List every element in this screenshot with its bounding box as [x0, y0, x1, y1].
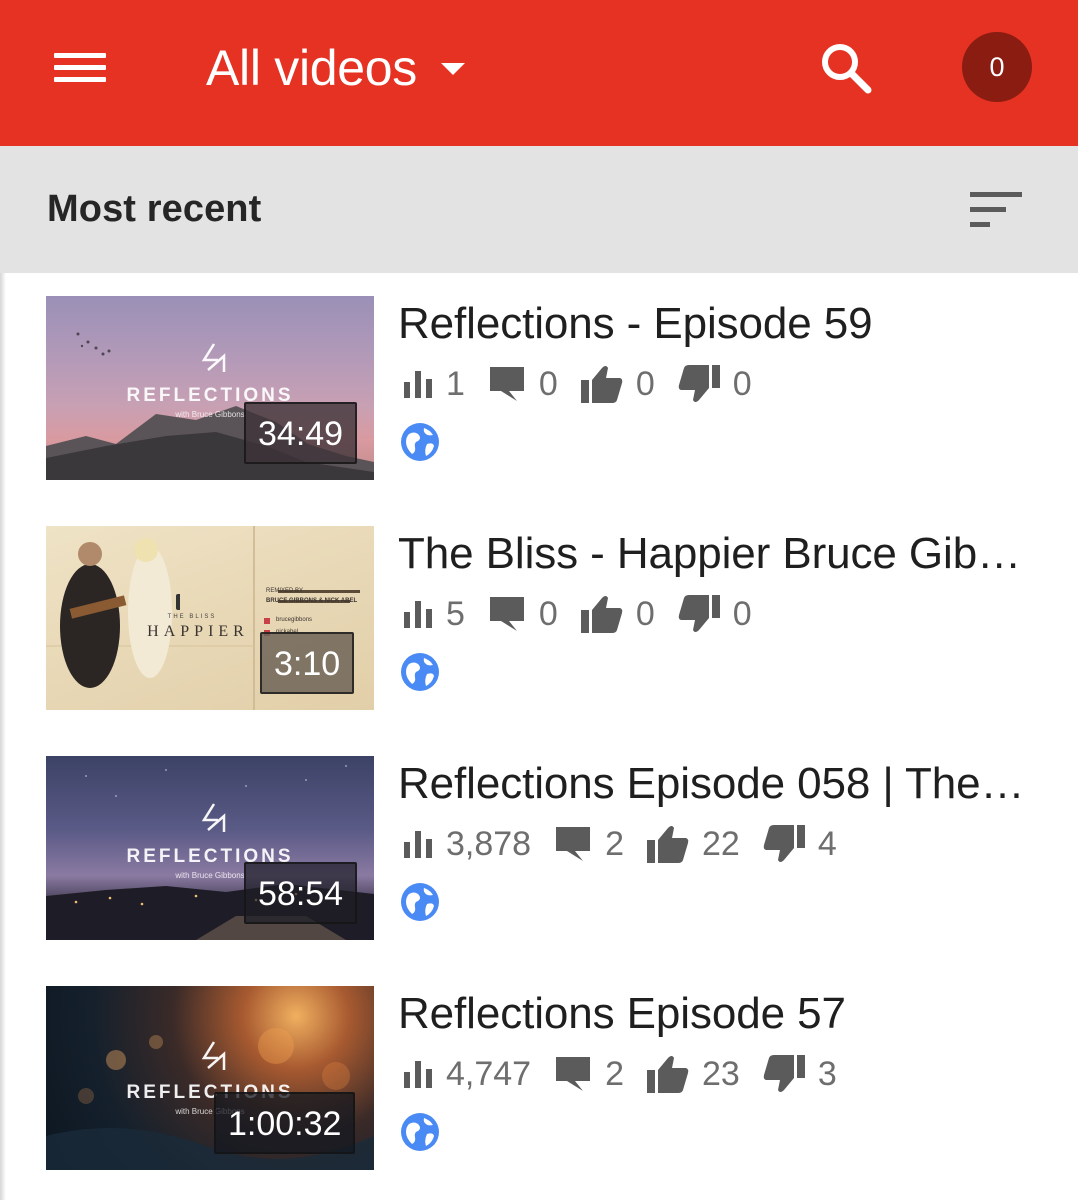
video-stats: 4,747 2 23 3 [402, 1052, 859, 1096]
video-stats: 1 0 0 0 [402, 362, 774, 406]
views-stat: 1 [402, 364, 465, 404]
video-duration: 34:49 [244, 402, 358, 464]
comment-icon [556, 827, 591, 861]
thumbs-down-icon [763, 1055, 805, 1092]
dislikes-count: 3 [817, 1055, 837, 1093]
public-globe-icon [401, 883, 439, 921]
bar-chart-icon [404, 1061, 432, 1088]
thumbs-up-icon [647, 826, 689, 863]
video-list-item[interactable]: REFLECTIONS with Bruce Gibbons 34:49 Ref… [46, 296, 1046, 480]
thumbs-down-icon [763, 825, 805, 862]
dislikes-count: 0 [732, 365, 752, 403]
views-count: 1 [446, 365, 465, 403]
dislikes-count: 0 [732, 595, 752, 633]
video-duration: 1:00:32 [214, 1092, 356, 1154]
dislikes-count: 4 [817, 825, 837, 863]
views-stat: 4,747 [402, 1054, 531, 1094]
bar-chart-icon [404, 371, 432, 398]
views-count: 5 [446, 595, 465, 633]
comments-count: 2 [605, 1055, 625, 1093]
sort-bar: Most recent [0, 146, 1078, 273]
dislikes-stat: 0 [677, 364, 752, 404]
views-stat: 3,878 [402, 824, 531, 864]
likes-count: 22 [702, 825, 740, 863]
video-thumbnail[interactable]: REFLECTIONS with Bruce Gibbons 58:54 [46, 756, 374, 940]
thumbs-up-icon [647, 1056, 689, 1093]
band-logo-icon [176, 594, 196, 610]
dislikes-stat: 0 [677, 594, 752, 634]
bar-chart-icon [404, 831, 432, 858]
sort-icon[interactable] [966, 190, 1028, 232]
likes-count: 0 [635, 595, 655, 633]
video-thumbnail[interactable]: REFLECTIONS with Bruce Gibbons 1:00:32 [46, 986, 374, 1170]
video-stats: 3,878 2 22 4 [402, 822, 859, 866]
drawer-edge-shadow [0, 273, 6, 1200]
likes-count: 0 [635, 365, 655, 403]
app-bar: All videos 0 [0, 0, 1078, 146]
caret-down-icon [441, 63, 465, 75]
sort-order-label: Most recent [47, 188, 262, 230]
video-list-item[interactable]: REFLECTIONS with Bruce Gibbons 58:54 Ref… [46, 756, 1046, 940]
video-list-item[interactable]: REFLECTIONS with Bruce Gibbons 1:00:32 R… [46, 986, 1046, 1170]
video-list-item[interactable]: THE BLISS HAPPIER REMIXED BY BRUCE GIBBO… [46, 526, 1046, 710]
comment-icon [556, 1057, 591, 1091]
page-title: All videos [206, 40, 417, 96]
comments-count: 2 [605, 825, 625, 863]
comments-stat: 2 [553, 1054, 624, 1094]
bar-chart-icon [404, 601, 432, 628]
thumbs-up-icon [580, 596, 623, 633]
notification-count-badge[interactable]: 0 [962, 32, 1032, 102]
video-duration: 3:10 [260, 632, 355, 694]
thumbs-up-icon [580, 366, 623, 403]
likes-stat: 0 [580, 594, 655, 634]
comments-count: 0 [538, 365, 558, 403]
thumbnail-subtitle: THE BLISS [167, 614, 217, 620]
views-count: 4,747 [446, 1055, 532, 1093]
thumbnail-handle: brucegibbons [276, 617, 313, 623]
video-filter-dropdown[interactable]: All videos [206, 36, 465, 100]
likes-stat: 22 [646, 824, 740, 864]
comments-count: 0 [538, 595, 558, 633]
thumbs-down-icon [678, 365, 720, 402]
comments-stat: 0 [487, 594, 558, 634]
thumbnail-credit-names: BRUCE GIBBONS & NICK ABEL [266, 598, 358, 604]
thumbs-down-icon [678, 595, 720, 632]
likes-count: 23 [702, 1055, 740, 1093]
thumbnail-credit: REMIXED BY [266, 588, 304, 594]
public-globe-icon [401, 423, 439, 461]
hamburger-menu-icon[interactable] [50, 48, 112, 88]
likes-stat: 0 [580, 364, 655, 404]
comments-stat: 2 [553, 824, 624, 864]
dislikes-stat: 3 [762, 1054, 837, 1094]
public-globe-icon [401, 1113, 439, 1151]
likes-stat: 23 [646, 1054, 740, 1094]
video-duration: 58:54 [244, 862, 358, 924]
video-title[interactable]: Reflections Episode 57 [398, 986, 1038, 1042]
thumbnail-title: HAPPIER [147, 623, 249, 640]
views-stat: 5 [402, 594, 465, 634]
comments-stat: 0 [487, 364, 558, 404]
comment-icon [489, 367, 524, 401]
video-thumbnail[interactable]: THE BLISS HAPPIER REMIXED BY BRUCE GIBBO… [46, 526, 374, 710]
video-title[interactable]: Reflections - Episode 59 [398, 296, 1038, 352]
dislikes-stat: 4 [762, 824, 837, 864]
video-stats: 5 0 0 0 [402, 592, 774, 636]
views-count: 3,878 [446, 825, 532, 863]
video-title[interactable]: Reflections Episode 058 | The… [398, 756, 1038, 812]
search-icon[interactable] [816, 38, 876, 98]
video-title[interactable]: The Bliss - Happier Bruce Gib… [398, 526, 1038, 582]
public-globe-icon [401, 653, 439, 691]
comment-icon [489, 597, 524, 631]
video-thumbnail[interactable]: REFLECTIONS with Bruce Gibbons 34:49 [46, 296, 374, 480]
